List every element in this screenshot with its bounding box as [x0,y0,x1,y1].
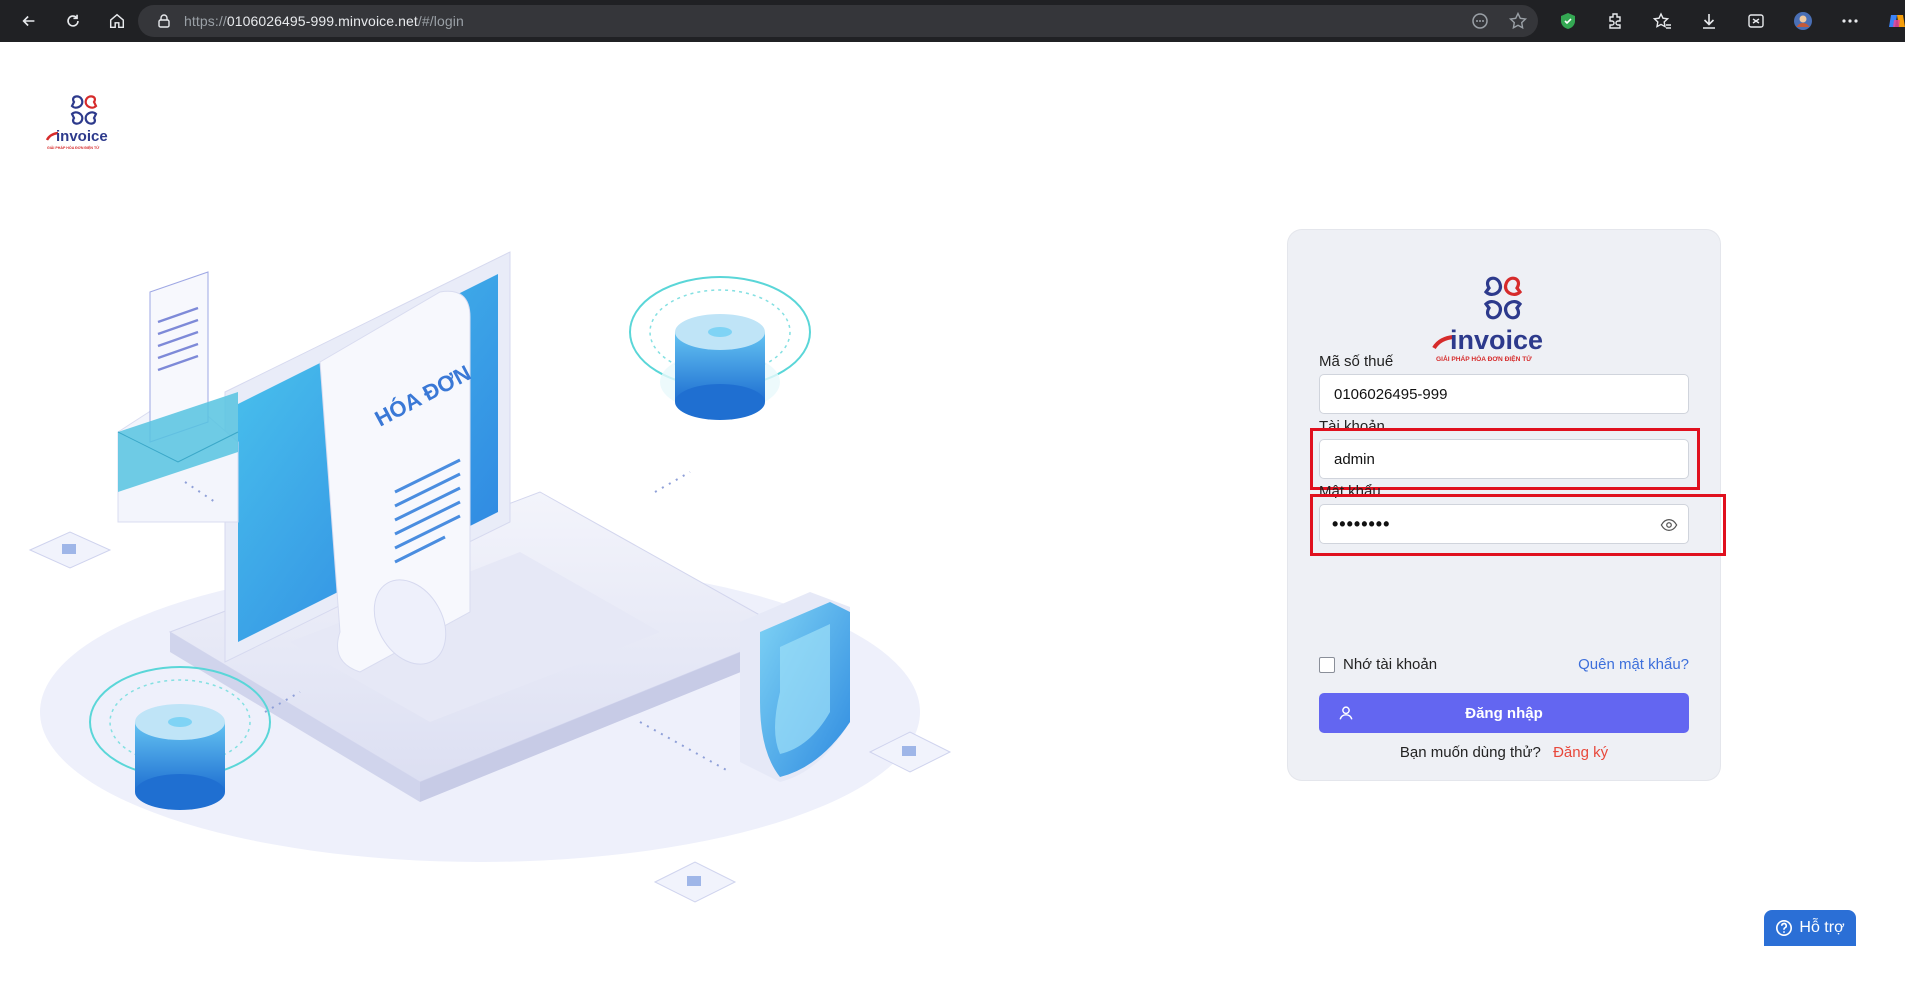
remember-label[interactable]: Nhớ tài khoản [1343,656,1437,673]
profile-avatar-icon[interactable] [1791,9,1815,33]
reload-icon[interactable] [58,6,88,36]
invoice-illustration: HÓA ĐƠN [28,251,952,903]
minvoice-logo[interactable]: invoice GIẢI PHÁP HÓA ĐƠN ĐIỆN TỬ [44,94,124,154]
login-card: invoice GIẢI PHÁP HÓA ĐƠN ĐIỆN TỬ Mã số … [1288,230,1726,780]
star-icon[interactable] [1508,11,1528,31]
back-icon[interactable] [14,6,44,36]
remember-checkbox[interactable] [1319,656,1335,673]
page-info-icon[interactable] [1470,11,1490,31]
card-logo-brand: invoice [1450,325,1543,355]
download-icon[interactable] [1697,9,1721,33]
trial-text: Bạn muốn dùng thử? [1399,744,1541,761]
address-bar[interactable]: https://0106026495-999.minvoice.net/#/lo… [138,5,1538,37]
tax-code-label: Mã số thuế [1319,353,1394,370]
help-icon [1776,919,1793,937]
tax-code-input[interactable] [1332,384,1656,404]
extensions-icon[interactable] [1603,9,1627,33]
password-highlight-box [1310,494,1726,556]
screenshot-icon[interactable] [1744,9,1768,33]
shield-extension-icon[interactable] [1556,9,1580,33]
home-icon[interactable] [102,6,132,36]
account-highlight-box [1310,428,1700,490]
logo-brand-text: invoice [56,128,108,145]
user-icon [1339,706,1353,720]
logo-tagline: GIẢI PHÁP HÓA ĐƠN ĐIỆN TỬ [47,145,99,150]
copilot-icon[interactable] [1885,9,1905,33]
url-text[interactable]: https://0106026495-999.minvoice.net/#/lo… [184,13,464,29]
lock-icon[interactable] [156,13,172,29]
browser-toolbar: https://0106026495-999.minvoice.net/#/lo… [0,0,1905,42]
support-button[interactable]: Hỗ trợ [1764,910,1856,946]
tax-code-field[interactable] [1319,374,1689,414]
favorites-icon[interactable] [1650,9,1674,33]
remember-account[interactable]: Nhớ tài khoản [1319,656,1437,673]
signup-link[interactable]: Đăng ký [1553,744,1608,761]
forgot-password-link[interactable]: Quên mật khẩu? [1578,656,1689,673]
login-page: invoice GIẢI PHÁP HÓA ĐƠN ĐIỆN TỬ HÓA ĐƠ… [0,42,1905,988]
login-button-label: Đăng nhập [1465,704,1543,722]
login-button[interactable]: Đăng nhập [1319,693,1689,733]
card-logo-tagline: GIẢI PHÁP HÓA ĐƠN ĐIỆN TỬ [1436,354,1532,363]
card-minvoice-logo: invoice GIẢI PHÁP HÓA ĐƠN ĐIỆN TỬ [1432,276,1543,363]
signup-prompt: Bạn muốn dùng thử? Đăng ký [1288,744,1720,761]
support-label: Hỗ trợ [1799,919,1845,936]
more-options-icon[interactable] [1838,9,1862,33]
